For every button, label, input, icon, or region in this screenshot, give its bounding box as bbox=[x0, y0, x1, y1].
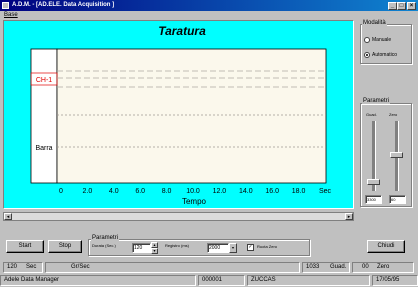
modalita-label: Modalità bbox=[362, 20, 387, 26]
x-tick-label: 6.0 bbox=[135, 188, 145, 195]
parametri-label: Parametri bbox=[362, 98, 391, 104]
plot-area bbox=[56, 48, 327, 184]
radio-automatico[interactable] bbox=[364, 52, 370, 58]
registro-select[interactable]: 2000 bbox=[207, 243, 229, 253]
scroll-left-icon[interactable]: ◂ bbox=[4, 213, 12, 220]
status-guad-label: Guad. bbox=[330, 264, 347, 270]
slider-zero-thumb[interactable] bbox=[390, 152, 403, 158]
status-zero-label: Zero bbox=[377, 264, 390, 270]
radio-automatico-label: Automatico bbox=[372, 52, 398, 58]
x-tick-label: 2.0 bbox=[83, 188, 93, 195]
menu-bar: Base bbox=[0, 11, 418, 20]
slider-guad-value: 3300 bbox=[365, 195, 382, 204]
x-tick-label: 10.0 bbox=[186, 188, 200, 195]
modalita-group bbox=[360, 24, 412, 64]
slider-guad-thumb[interactable] bbox=[367, 179, 380, 185]
status-date: 17/05/95 bbox=[376, 277, 400, 283]
x-tick-label: 8.0 bbox=[162, 188, 172, 195]
status-ch-label: Gr/Sec bbox=[71, 264, 90, 270]
menu-item-base[interactable]: Base bbox=[4, 11, 18, 20]
status-app-box: Adele Data Manager bbox=[0, 275, 196, 286]
radio-manuale[interactable] bbox=[364, 37, 370, 43]
title-bar: A.D.M. - [AD.ELE. Data Acquisition ] _ □… bbox=[0, 0, 418, 11]
window-title: A.D.M. - [AD.ELE. Data Acquisition ] bbox=[12, 2, 115, 8]
bottom-parametri-label: Parametri bbox=[91, 235, 120, 241]
status-user: ZUCCAS bbox=[251, 277, 276, 283]
status-code-box: 000001 bbox=[198, 275, 245, 286]
status-time-unit: Sec bbox=[26, 264, 37, 270]
registro-dropdown-icon[interactable]: ▾ bbox=[229, 243, 237, 253]
registro-label: Registro (ms) bbox=[165, 243, 190, 248]
status-app-name: Adele Data Manager bbox=[4, 277, 60, 283]
slider-zero-label: Zero bbox=[389, 112, 398, 117]
x-tick-label: 14.0 bbox=[239, 188, 253, 195]
durata-down-icon[interactable]: ▾ bbox=[151, 248, 158, 254]
x-tick-label: 12.0 bbox=[213, 188, 227, 195]
status-channel-box: Gr/Sec bbox=[45, 262, 300, 273]
x-axis-label: Tempo bbox=[182, 197, 207, 206]
x-tick-label: 18.0 bbox=[292, 188, 306, 195]
status-time-value: 120 bbox=[7, 264, 18, 270]
status-zero-box: 00 Zero bbox=[352, 262, 414, 273]
chart-panel: Taratura CH-1 Barra 0 2.0 4.0 6.0 8.0 10.0 12.… bbox=[3, 20, 354, 209]
scroll-right-icon[interactable]: ▸ bbox=[345, 213, 353, 220]
durata-label: Durata (Sec.) bbox=[92, 243, 116, 248]
status-time-box: 120 Sec bbox=[3, 262, 43, 273]
parametri-group bbox=[360, 103, 412, 207]
minimize-icon[interactable]: _ bbox=[388, 2, 397, 10]
status-guad-value: 1033 bbox=[306, 264, 320, 270]
status-zero-value: 00 bbox=[362, 264, 369, 270]
slider-zero-value: 60 bbox=[389, 195, 406, 204]
slider-guad-label: Guad. bbox=[366, 112, 377, 117]
status-code: 000001 bbox=[202, 277, 223, 283]
x-tick-label: 4.0 bbox=[109, 188, 119, 195]
app-icon[interactable] bbox=[2, 2, 9, 9]
status-user-box: ZUCCAS bbox=[247, 275, 370, 286]
chiudi-button[interactable]: Chiudi bbox=[367, 240, 405, 253]
ruota-zero-checkbox[interactable]: ✓ bbox=[247, 244, 254, 251]
radio-manuale-label: Manuale bbox=[372, 37, 392, 43]
maximize-icon[interactable]: □ bbox=[397, 2, 406, 10]
channel-label-ch1: CH-1 bbox=[36, 77, 52, 84]
status-guad-box: 1033 Guad. bbox=[302, 262, 350, 273]
horizontal-scrollbar[interactable] bbox=[3, 212, 354, 221]
channel-label-strip bbox=[30, 48, 58, 184]
start-button[interactable]: Start bbox=[6, 240, 44, 253]
x-tick-label: Sec bbox=[319, 188, 332, 195]
x-axis-ticks: 0 2.0 4.0 6.0 8.0 10.0 12.0 14.0 16.0 18.0 Sec bbox=[59, 188, 331, 195]
chart-svg: Taratura CH-1 Barra 0 2.0 4.0 6.0 8.0 10.0 12.… bbox=[30, 24, 332, 206]
x-tick-label: 0 bbox=[59, 188, 63, 195]
ruota-zero-label: Ruota Zero bbox=[257, 244, 278, 249]
channel-label-barra: Barra bbox=[35, 145, 52, 152]
chart-title: Taratura bbox=[158, 24, 206, 38]
status-date-box: 17/05/95 bbox=[372, 275, 418, 286]
close-icon[interactable]: × bbox=[407, 2, 416, 10]
x-tick-label: 16.0 bbox=[265, 188, 279, 195]
durata-input[interactable]: 120 bbox=[132, 243, 151, 253]
stop-button[interactable]: Stop bbox=[48, 240, 82, 253]
